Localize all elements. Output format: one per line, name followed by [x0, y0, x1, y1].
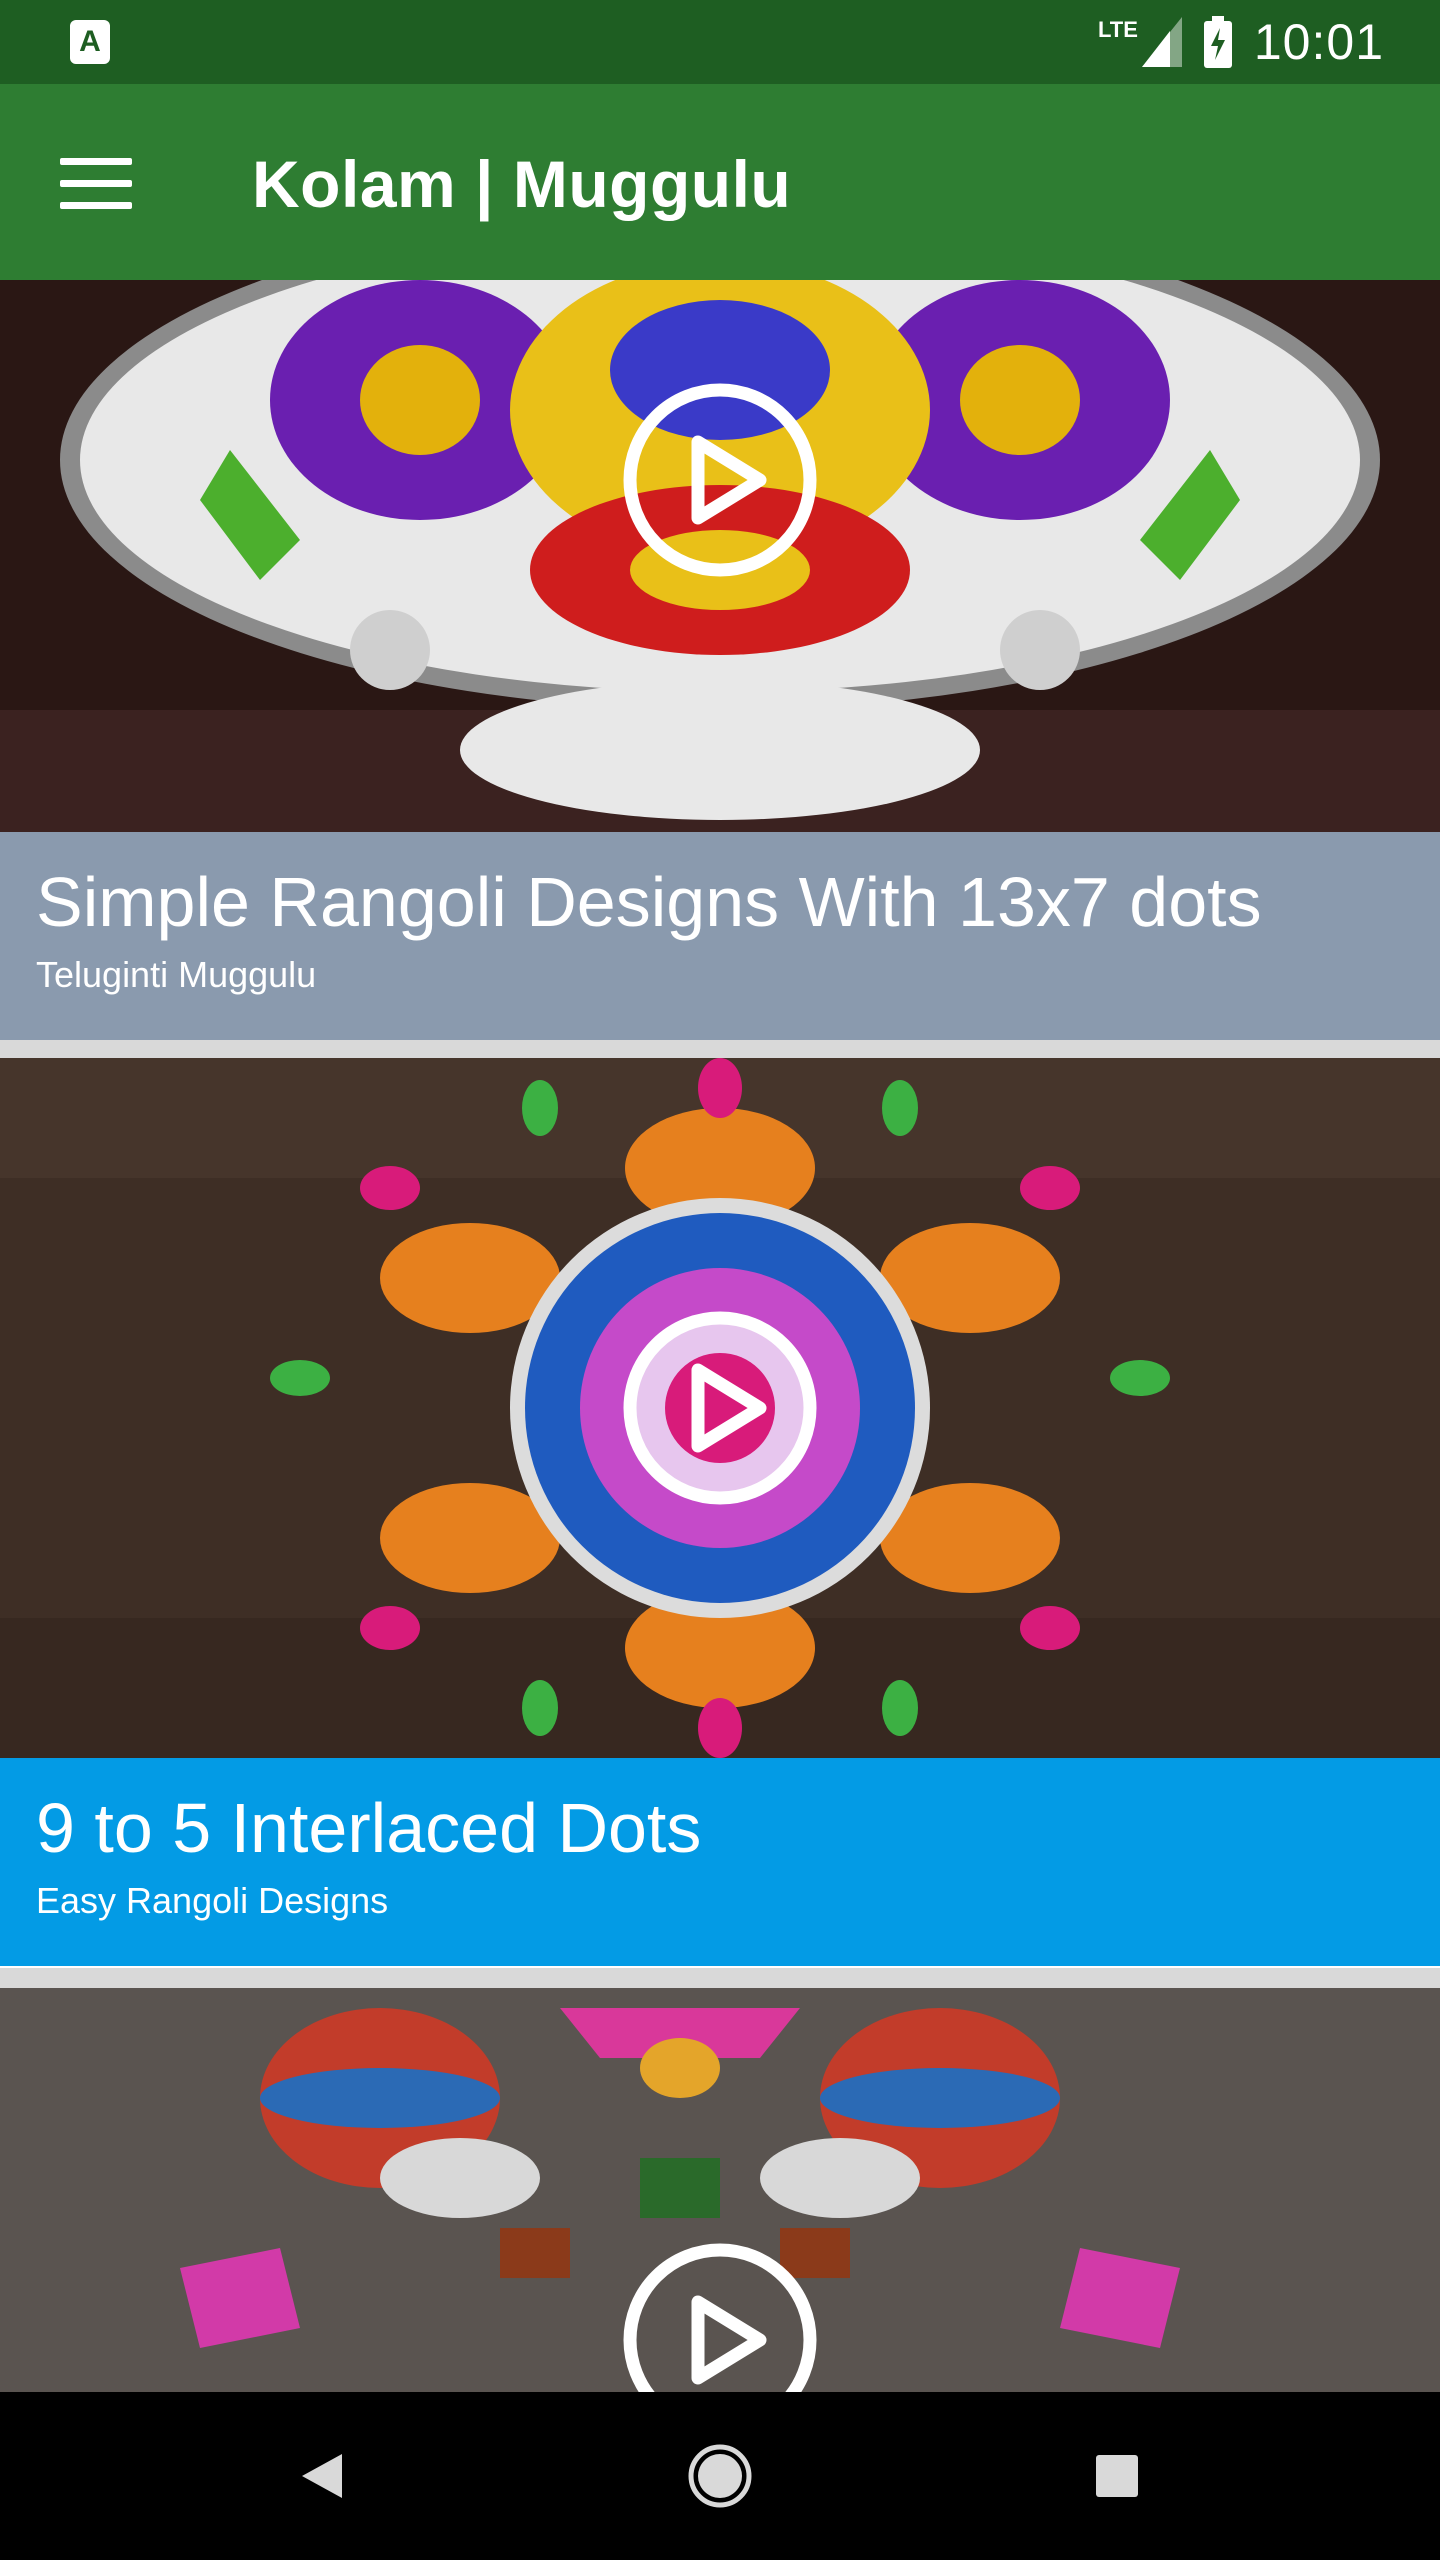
back-triangle-icon[interactable]: [272, 2426, 372, 2526]
signal-icon: [1141, 17, 1182, 67]
network-type-label: LTE: [1097, 17, 1138, 42]
play-button-icon[interactable]: [620, 380, 820, 580]
play-button-icon[interactable]: [620, 2240, 820, 2392]
video-caption[interactable]: 9 to 5 Interlaced Dots Easy Rangoli Desi…: [0, 1758, 1440, 1966]
clock: 10:01: [1253, 14, 1384, 70]
menu-line: [60, 180, 132, 187]
video-title: 9 to 5 Interlaced Dots: [36, 1789, 702, 1867]
recents-square-icon[interactable]: [1067, 2426, 1167, 2526]
video-feed[interactable]: Simple Rangoli Designs With 13x7 dots Te…: [0, 280, 1440, 2392]
video-title: Simple Rangoli Designs With 13x7 dots: [36, 863, 1262, 941]
video-caption[interactable]: Simple Rangoli Designs With 13x7 dots Te…: [0, 832, 1440, 1040]
battery-charging-icon: [1203, 16, 1232, 68]
video-thumbnail[interactable]: [0, 1058, 1440, 1758]
video-card[interactable]: Simple Rangoli Designs With 13x7 dots Te…: [0, 280, 1440, 1040]
video-thumbnail[interactable]: [0, 280, 1440, 832]
hamburger-menu-icon[interactable]: [48, 134, 148, 234]
video-channel: Teluginti Muggulu: [36, 954, 317, 995]
app-title: Kolam | Muggulu: [252, 147, 792, 221]
status-indicators: LTE 10:01: [1098, 0, 1384, 84]
video-channel: Easy Rangoli Designs: [36, 1880, 389, 1921]
home-circle-icon[interactable]: [670, 2426, 770, 2526]
status-bar: A LTE 10:01: [0, 0, 1440, 84]
video-card[interactable]: [0, 1988, 1440, 2392]
app-notification-icon: A: [70, 20, 110, 64]
app-bar: Kolam | Muggulu: [0, 84, 1440, 280]
menu-line: [60, 202, 132, 209]
play-button-icon[interactable]: [620, 1308, 820, 1508]
video-thumbnail[interactable]: [0, 1988, 1440, 2392]
menu-line: [60, 158, 132, 165]
system-navigation-bar: [0, 2392, 1440, 2560]
video-card[interactable]: 9 to 5 Interlaced Dots Easy Rangoli Desi…: [0, 1058, 1440, 1968]
